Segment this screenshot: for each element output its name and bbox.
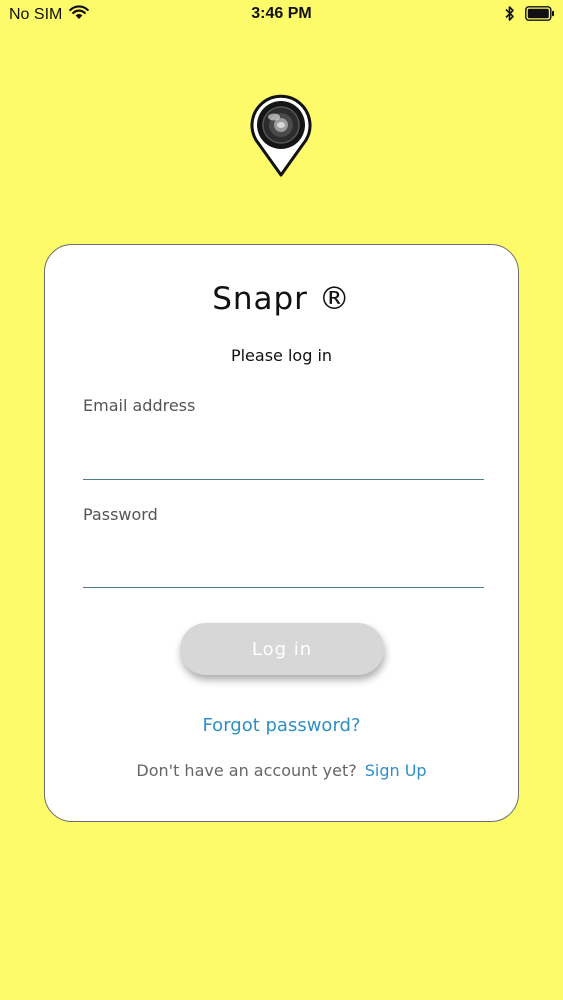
login-subtitle: Please log in: [230, 346, 333, 365]
password-label: Password: [83, 505, 158, 524]
camera-location-pin-icon: [246, 94, 316, 178]
signup-row: Don't have an account yet? Sign Up: [45, 761, 518, 780]
login-screen: No SIM 3:46 PM Snapr ® Please log in Ema…: [0, 0, 563, 1000]
status-bar: No SIM 3:46 PM: [0, 0, 563, 30]
forgot-password-link[interactable]: Forgot password?: [45, 715, 518, 736]
app-title: Snapr ®: [212, 281, 351, 317]
no-account-text: Don't have an account yet?: [136, 761, 357, 780]
login-card: Snapr ® Please log in Email address Pass…: [44, 244, 519, 822]
bluetooth-icon: [505, 5, 515, 27]
status-time: 3:46 PM: [251, 5, 312, 22]
battery-icon: [525, 6, 555, 26]
status-right: [505, 5, 555, 27]
email-label: Email address: [83, 396, 196, 415]
email-field[interactable]: [83, 440, 484, 480]
signup-link[interactable]: Sign Up: [365, 761, 427, 780]
password-field[interactable]: [83, 548, 484, 588]
login-button[interactable]: Log in: [180, 623, 384, 675]
